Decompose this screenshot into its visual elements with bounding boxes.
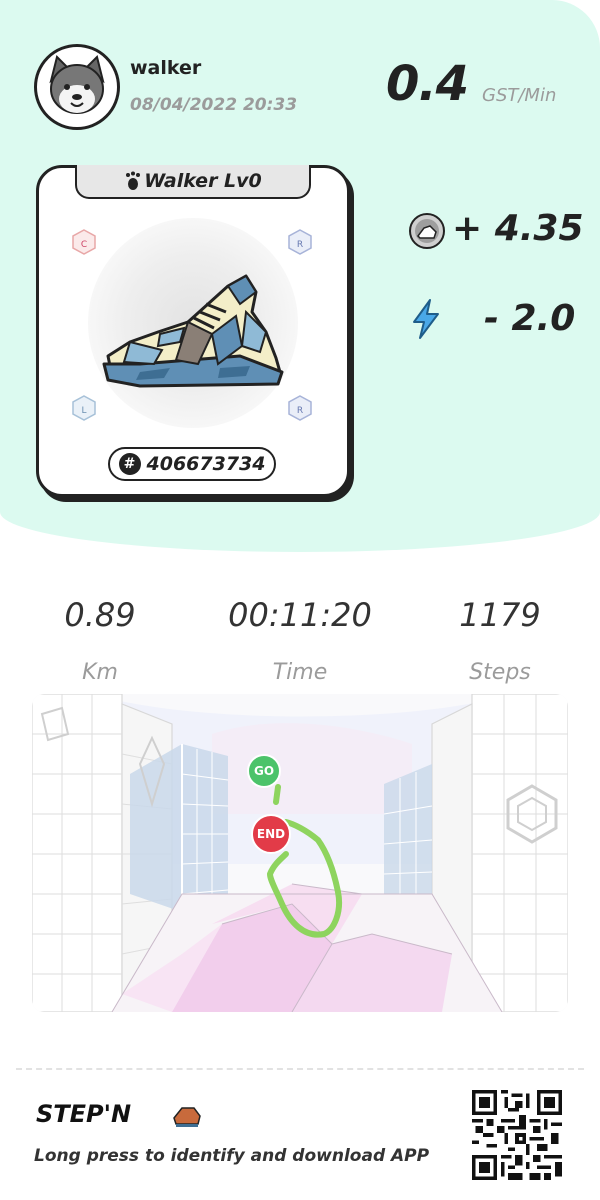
gem-slot-l-lock-icon[interactable]: L (70, 394, 98, 422)
energy-spent-value: - 2.0 (484, 298, 576, 339)
distance-value: 0.89 (64, 596, 136, 634)
download-qr-code[interactable] (472, 1090, 562, 1180)
gst-earned-value: + 4.35 (452, 208, 584, 249)
username: walker (130, 57, 202, 79)
gem-slot-r-lock-icon[interactable]: R (286, 228, 314, 256)
city-route-illustration (32, 694, 568, 1012)
hash-icon: # (118, 453, 141, 475)
avatar[interactable] (34, 44, 120, 130)
gem-slot-r2-lock-icon[interactable]: R (286, 394, 314, 422)
sneaker-title-tab: Walker Lv0 (75, 165, 311, 199)
footer-divider (16, 1068, 584, 1070)
stepn-logo[interactable]: STEP'N (34, 1096, 204, 1130)
slot-label: C (81, 240, 87, 250)
sneaker-id-number: 406673734 (146, 453, 266, 475)
end-marker[interactable]: END (251, 814, 291, 854)
distance-label: Km (82, 660, 118, 685)
start-marker[interactable]: GO (247, 754, 281, 788)
gst-token-icon (409, 213, 445, 249)
time-value: 00:11:20 (228, 596, 372, 634)
gem-slot-c-lock-icon[interactable]: C (70, 228, 98, 256)
steps-value: 1179 (459, 596, 541, 634)
route-map[interactable] (32, 694, 568, 1012)
shiba-avatar-icon (43, 53, 111, 121)
steps-label: Steps (469, 660, 531, 685)
time-label: Time (272, 660, 328, 685)
earning-rate-unit: GST/Min (482, 85, 557, 106)
slot-label: R (297, 240, 303, 250)
slot-label: R (297, 406, 303, 416)
activity-datetime: 08/04/2022 20:33 (130, 95, 298, 115)
energy-bolt-icon (413, 299, 439, 339)
sneaker-title: Walker Lv0 (144, 170, 262, 192)
earning-rate-value: 0.4 (386, 56, 469, 112)
slot-label: L (81, 406, 86, 416)
sneaker-id-badge: # 406673734 (108, 447, 276, 481)
download-tagline: Long press to identify and download APP (34, 1146, 430, 1166)
footprint-icon (126, 171, 141, 190)
brand-name: STEP'N (36, 1100, 131, 1128)
sneaker-icon (102, 274, 284, 388)
